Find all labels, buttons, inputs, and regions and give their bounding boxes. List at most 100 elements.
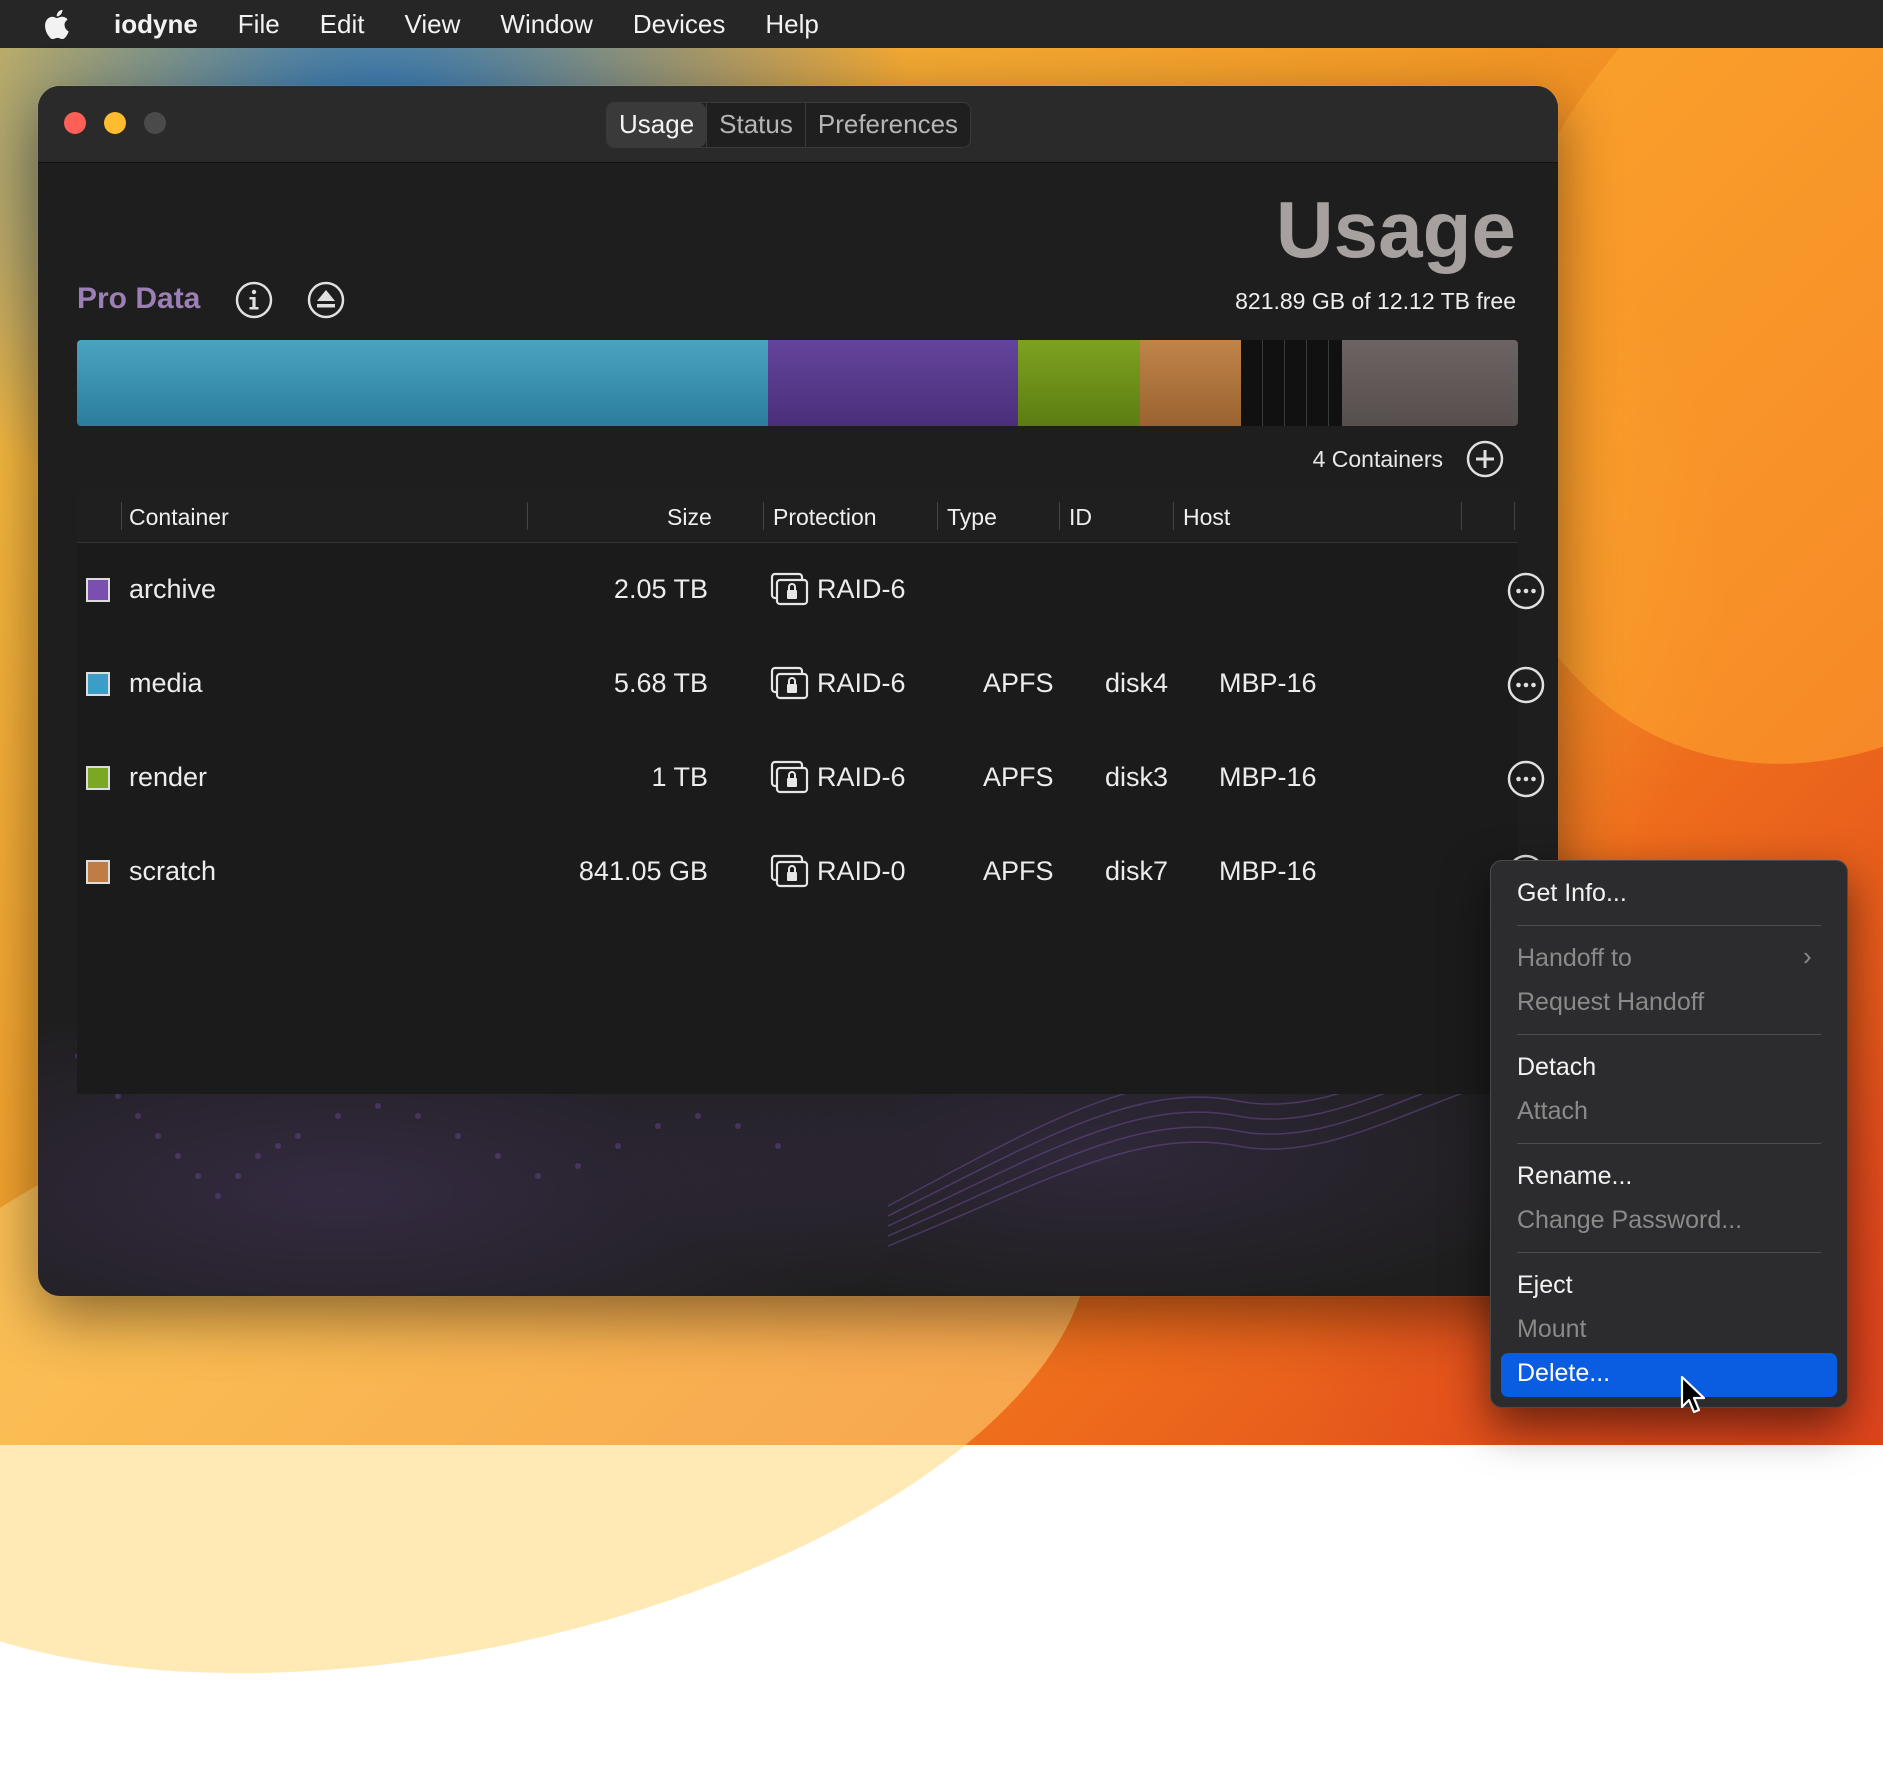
container-name: scratch — [129, 856, 217, 886]
row-actions-button[interactable] — [1506, 759, 1546, 799]
tab-status[interactable]: Status — [706, 103, 805, 147]
plus-icon — [1466, 440, 1504, 478]
view-tabs: Usage Status Preferences — [606, 102, 972, 148]
container-type: APFS — [983, 856, 1054, 886]
container-color-swatch — [86, 766, 110, 790]
window-titlebar: Usage Status Preferences — [38, 86, 1558, 163]
menu-item-rename[interactable]: Rename... — [1517, 1162, 1632, 1191]
row-actions-button[interactable] — [1506, 665, 1546, 705]
usage-segment-media — [77, 340, 768, 426]
menu-item-get-info[interactable]: Get Info... — [1517, 879, 1627, 908]
usage-segment-scratch — [1140, 340, 1241, 426]
encrypted-volume-icon — [770, 854, 809, 888]
context-menu: Get Info... Handoff to › Request Handoff… — [1490, 860, 1848, 1408]
menu-edit[interactable]: Edit — [320, 9, 365, 40]
row-actions-button[interactable] — [1506, 571, 1546, 611]
table-row[interactable]: scratch 841.05 GB RAID-0 APFS disk7 MBP-… — [77, 826, 1545, 920]
table-row[interactable]: archive 2.05 TB RAID-6 — [77, 544, 1545, 638]
menu-item-attach[interactable]: Attach — [1517, 1097, 1588, 1126]
menu-item-delete[interactable]: Delete... — [1517, 1359, 1610, 1388]
usage-bar — [77, 340, 1518, 426]
eject-button[interactable] — [306, 280, 346, 320]
apple-logo-icon[interactable] — [42, 9, 70, 39]
column-divider — [527, 502, 528, 530]
column-divider — [937, 502, 938, 530]
container-type: APFS — [983, 668, 1054, 698]
ellipsis-circle-icon — [1507, 572, 1545, 610]
usage-segment-free — [1342, 340, 1518, 426]
usage-segment-reserved — [1241, 340, 1342, 426]
ellipsis-circle-icon — [1507, 666, 1545, 704]
menu-item-change-password[interactable]: Change Password... — [1517, 1206, 1742, 1235]
mouse-pointer-icon — [1680, 1375, 1706, 1414]
menu-help[interactable]: Help — [765, 9, 818, 40]
tab-usage[interactable]: Usage — [607, 103, 707, 147]
column-divider — [763, 502, 764, 530]
container-host: MBP-16 — [1219, 856, 1317, 886]
container-protection: RAID-6 — [817, 668, 906, 698]
menu-separator — [1517, 1252, 1821, 1253]
menu-item-request-handoff[interactable]: Request Handoff — [1517, 988, 1704, 1017]
menu-app-name[interactable]: iodyne — [114, 9, 198, 40]
column-divider — [1461, 502, 1462, 530]
container-size: 5.68 TB — [613, 668, 708, 698]
encrypted-volume-icon — [770, 760, 809, 794]
container-host: MBP-16 — [1219, 668, 1317, 698]
table-row[interactable]: render 1 TB RAID-6 APFS disk3 MBP-16 — [77, 732, 1545, 826]
container-size: 2.05 TB — [613, 574, 708, 604]
column-header-container[interactable]: Container — [129, 504, 229, 531]
container-size: 1 TB — [651, 762, 708, 792]
container-size: 841.05 GB — [578, 856, 708, 886]
menu-item-detach[interactable]: Detach — [1517, 1053, 1596, 1082]
submenu-chevron-icon: › — [1803, 941, 1812, 971]
container-name: archive — [129, 574, 217, 604]
column-divider — [1059, 502, 1060, 530]
column-divider — [121, 502, 122, 530]
container-id: disk7 — [1105, 856, 1169, 886]
container-type: APFS — [983, 762, 1054, 792]
container-host: MBP-16 — [1219, 762, 1317, 792]
info-icon — [235, 281, 273, 319]
container-protection: RAID-6 — [817, 762, 906, 792]
menu-view[interactable]: View — [405, 9, 461, 40]
info-button[interactable] — [234, 280, 274, 320]
close-window-button[interactable] — [64, 112, 86, 134]
menu-devices[interactable]: Devices — [633, 9, 725, 40]
usage-segment-archive — [768, 340, 1018, 426]
container-color-swatch — [86, 578, 110, 602]
container-id: disk3 — [1105, 762, 1169, 792]
menu-window[interactable]: Window — [500, 9, 592, 40]
add-container-button[interactable] — [1465, 439, 1505, 479]
menu-separator — [1517, 1143, 1821, 1144]
pool-name: Pro Data — [77, 282, 201, 315]
encrypted-volume-icon — [770, 572, 809, 606]
usage-segment-render — [1018, 340, 1140, 426]
column-header-type[interactable]: Type — [947, 504, 997, 531]
column-divider — [1173, 502, 1174, 530]
menu-item-mount[interactable]: Mount — [1517, 1315, 1586, 1344]
containers-count: 4 Containers — [1312, 446, 1443, 472]
minimize-window-button[interactable] — [104, 112, 126, 134]
tab-preferences[interactable]: Preferences — [804, 103, 970, 147]
zoom-window-button[interactable] — [144, 112, 166, 134]
column-header-protection[interactable]: Protection — [773, 504, 877, 531]
column-header-host[interactable]: Host — [1183, 504, 1230, 531]
container-name: media — [129, 668, 203, 698]
container-color-swatch — [86, 672, 110, 696]
menu-item-eject[interactable]: Eject — [1517, 1271, 1573, 1300]
menu-separator — [1517, 1034, 1821, 1035]
table-row[interactable]: media 5.68 TB RAID-6 APFS disk4 MBP-16 — [77, 638, 1545, 732]
column-divider — [1514, 502, 1515, 530]
ellipsis-circle-icon — [1507, 760, 1545, 798]
menu-file[interactable]: File — [238, 9, 280, 40]
table-header: Container Size Protection Type ID Host — [77, 490, 1518, 543]
page-title: Usage — [1275, 185, 1516, 274]
container-color-swatch — [86, 860, 110, 884]
containers-table: Container Size Protection Type ID Host a… — [77, 490, 1545, 1094]
menu-item-handoff-to[interactable]: Handoff to — [1517, 944, 1632, 973]
menu-separator — [1517, 925, 1821, 926]
container-name: render — [129, 762, 208, 792]
app-window: Usage Status Preferences Usage Pro Data … — [38, 86, 1558, 1296]
column-header-size[interactable]: Size — [667, 504, 712, 531]
column-header-id[interactable]: ID — [1069, 504, 1092, 531]
